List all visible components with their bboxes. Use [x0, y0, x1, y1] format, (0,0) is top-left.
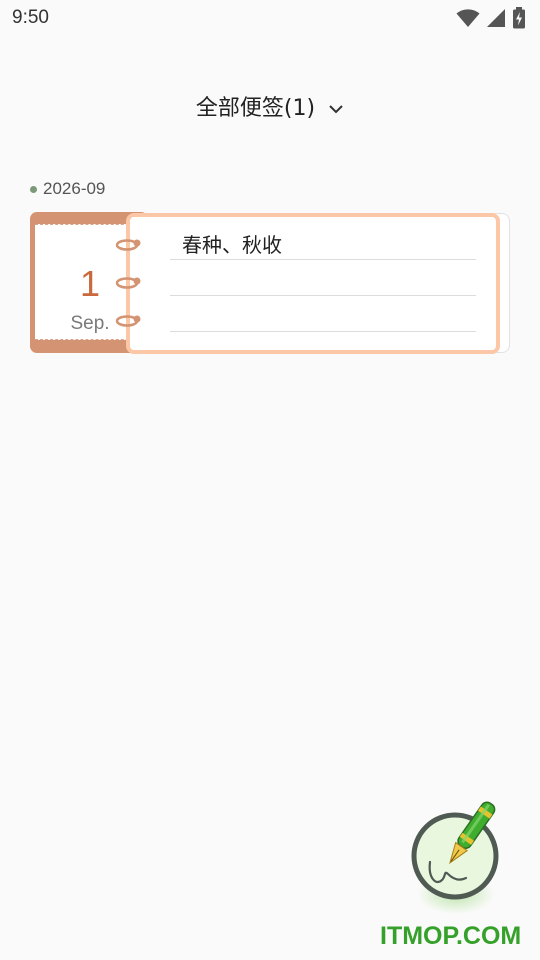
note-card[interactable]: 1 Sep. 春种、秋收 [30, 212, 510, 354]
status-bar: 9:50 [0, 0, 540, 38]
cellular-signal-icon [487, 9, 505, 27]
wifi-icon [456, 9, 480, 27]
binder-ring-icon [115, 277, 141, 289]
page-title: 全部便签(1) [195, 96, 316, 121]
note-text: 春种、秋收 [182, 233, 282, 257]
status-time: 9:50 [12, 7, 49, 28]
pen-write-icon [411, 801, 499, 900]
note-line [170, 331, 476, 332]
note-filter-dropdown[interactable]: 全部便签(1) [0, 90, 540, 122]
status-icons [456, 6, 526, 30]
battery-charging-icon [513, 7, 525, 29]
note-line [170, 295, 476, 296]
note-paper: 春种、秋收 [126, 213, 500, 354]
group-date-label: 2026-09 [43, 179, 106, 198]
watermark-logo: ITMOP.COM [380, 922, 522, 950]
chevron-down-icon [329, 105, 343, 114]
new-note-button[interactable] [410, 800, 506, 914]
note-line [170, 259, 476, 260]
binder-ring-icon [115, 239, 141, 251]
date-group-header: 2026-09 [30, 179, 105, 199]
binder-ring-icon [115, 315, 141, 327]
group-dot [30, 185, 37, 193]
